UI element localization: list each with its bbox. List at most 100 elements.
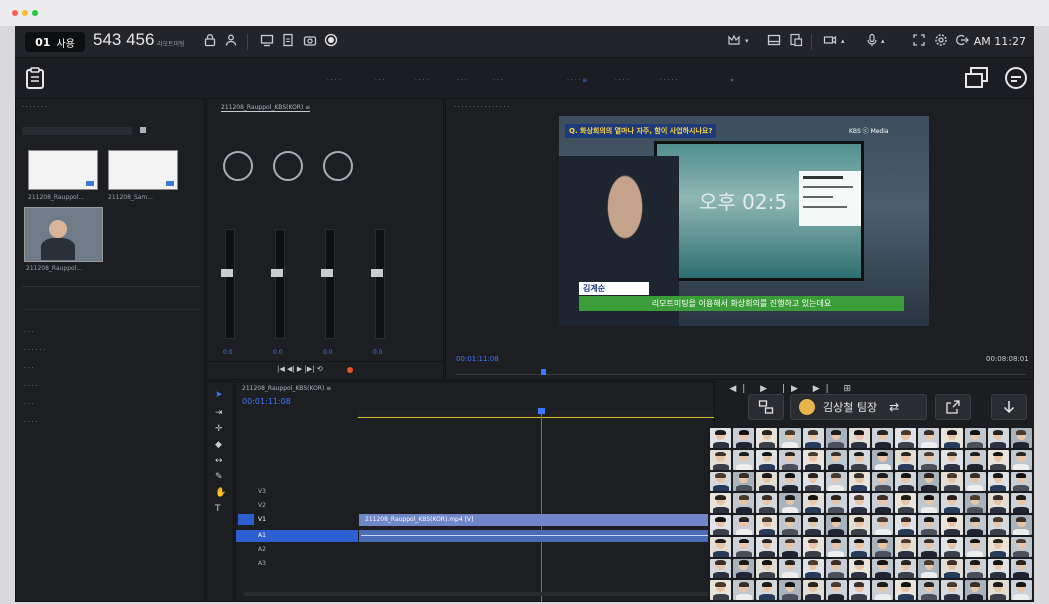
effects-folder[interactable]: · · · [24,401,34,408]
layout-icon[interactable] [765,33,783,51]
participant-tile[interactable] [802,558,824,579]
participant-tile[interactable] [987,580,1009,600]
participant-tile[interactable] [710,449,732,470]
clipboard-icon[interactable] [25,67,45,93]
participant-tile[interactable] [895,471,917,492]
track-header-v2[interactable]: V2 [236,500,358,512]
participant-tile[interactable] [802,471,824,492]
track-header-a1[interactable]: A1 [236,530,358,542]
participant-tile[interactable] [1010,449,1032,470]
participant-tile[interactable] [825,449,847,470]
track-header-a3[interactable]: A3 [236,558,358,570]
participant-tile[interactable] [871,515,894,535]
audio-clip-a1[interactable] [359,530,714,542]
participant-tile[interactable] [756,471,778,492]
participant-tile[interactable] [825,515,847,535]
participant-tile[interactable] [756,449,778,470]
participant-tile[interactable] [871,493,894,513]
minimize-window-button[interactable] [22,10,28,16]
pan-knob[interactable] [273,151,303,181]
participant-tile[interactable] [756,428,778,448]
participant-tile[interactable] [871,580,894,600]
workspace-tab[interactable]: · · · · [615,77,628,84]
participant-tile[interactable] [756,493,778,513]
participant-tile[interactable] [895,493,917,513]
camera-icon[interactable] [301,33,319,51]
participant-tile[interactable] [802,449,824,470]
program-playhead[interactable] [541,369,546,375]
participant-tile[interactable] [964,428,986,448]
participant-tile[interactable] [710,580,732,600]
workspace-tab[interactable]: · · · [493,77,503,84]
participant-tile[interactable] [710,536,732,557]
chat-icon[interactable] [1004,66,1028,94]
mic-options-icon[interactable]: ▴ [881,37,885,45]
participant-tile[interactable] [964,493,986,513]
video-options-icon[interactable]: ▴ [841,37,845,45]
participant-tile[interactable] [987,536,1009,557]
participant-tile[interactable] [918,536,940,557]
participant-tile[interactable] [987,493,1009,513]
participant-tile[interactable] [848,428,870,448]
participant-tile[interactable] [825,536,847,557]
participant-tile[interactable] [918,493,940,513]
participant-tile[interactable] [848,536,870,557]
timeline-sequence-tab[interactable]: 211208_Rauppol_KBS(KOR) ≡ [242,385,331,392]
record-icon[interactable] [322,33,340,51]
participant-tile[interactable] [733,558,755,579]
participant-tile[interactable] [941,558,963,579]
pan-knob[interactable] [223,151,253,181]
participant-tile[interactable] [895,580,917,600]
participant-tile[interactable] [941,580,963,600]
participant-tile[interactable] [941,536,963,557]
participant-tile[interactable] [964,558,986,579]
bin-thumbnail-3[interactable] [24,207,103,262]
monitor-icon[interactable] [258,33,276,51]
participant-tile[interactable] [756,536,778,557]
participant-tile[interactable] [779,536,801,557]
participant-tile[interactable] [871,428,894,448]
ripple-edit-tool-icon[interactable]: ✛ [215,424,223,434]
participant-tile[interactable] [733,493,755,513]
participant-tile[interactable] [1010,493,1032,513]
participant-tile[interactable] [1010,471,1032,492]
participant-tile[interactable] [756,515,778,535]
participant-tile[interactable] [848,515,870,535]
participant-tile[interactable] [895,449,917,470]
volume-fader[interactable] [321,269,333,277]
participant-tile[interactable] [918,515,940,535]
participant-tile[interactable] [733,449,755,470]
participant-tile[interactable] [1010,558,1032,579]
participant-tile[interactable] [918,428,940,448]
timeline-scrollbar[interactable] [244,592,714,596]
participant-tile[interactable] [802,580,824,600]
workspace-tab[interactable]: · · · [457,77,467,84]
workspace-tab[interactable]: · · · · · [660,77,677,84]
popout-icon[interactable] [935,394,971,420]
workspace-tab[interactable]: · · · · [327,77,340,84]
participant-tile[interactable] [848,558,870,579]
participant-tile[interactable] [987,558,1009,579]
volume-fader[interactable] [271,269,283,277]
source-patch-v1[interactable] [238,514,254,525]
participant-tile[interactable] [987,428,1009,448]
participant-tile[interactable] [756,580,778,600]
effects-folder[interactable]: · · · [24,329,34,336]
participant-tile[interactable] [964,515,986,535]
participant-tile[interactable] [779,580,801,600]
participant-tile[interactable] [802,428,824,448]
participant-tile[interactable] [733,428,755,448]
participant-tile[interactable] [825,580,847,600]
pan-knob[interactable] [323,151,353,181]
mic-icon[interactable] [863,33,881,51]
gear-icon[interactable] [932,33,950,51]
participant-tile[interactable] [941,428,963,448]
track-header-v1[interactable]: V1 [236,514,358,526]
effects-folder[interactable]: · · · · [24,419,37,426]
participant-tile[interactable] [710,493,732,513]
participant-tile[interactable] [1010,580,1032,600]
window-icon[interactable] [965,67,989,93]
participant-tile[interactable] [848,471,870,492]
slip-tool-icon[interactable]: ↔ [215,456,223,466]
participant-tile[interactable] [895,428,917,448]
